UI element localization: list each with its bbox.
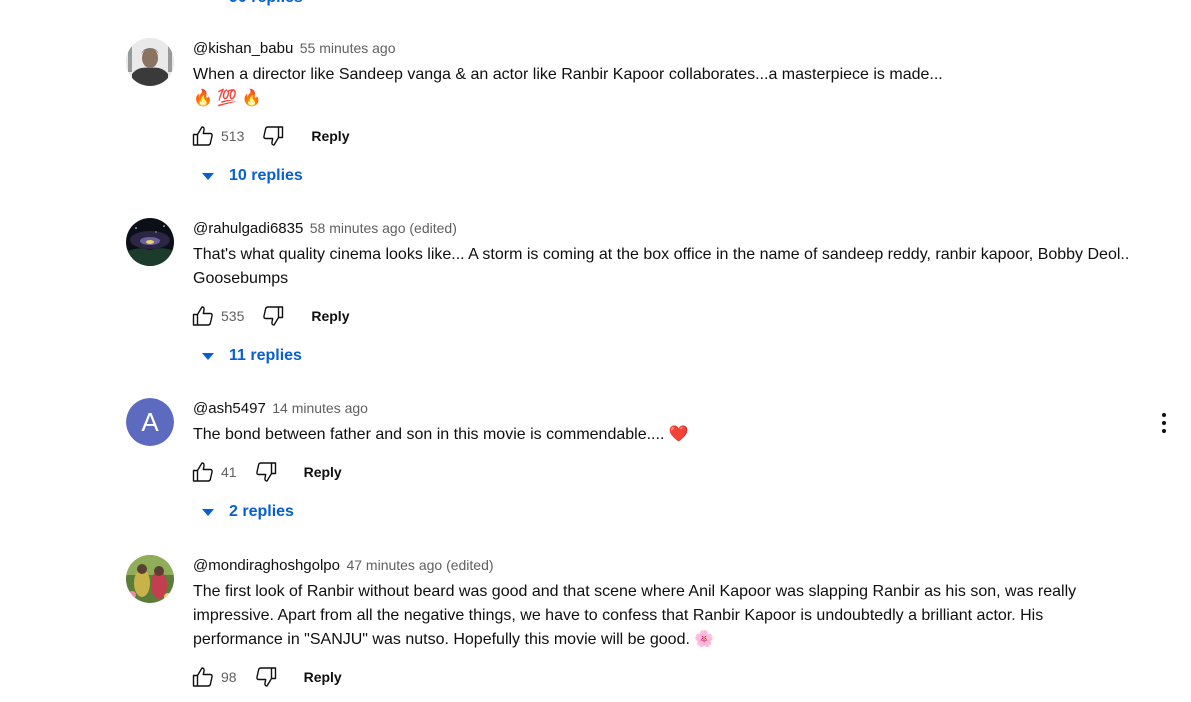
dislike-button[interactable] — [253, 459, 279, 485]
comment-actions: 41 Reply — [190, 452, 1133, 492]
thumbs-up-icon — [192, 667, 213, 687]
comment-text: When a director like Sandeep vanga & an … — [193, 63, 1133, 111]
avatar-photo-flowers-icon — [126, 555, 174, 603]
replies-toggle-partial[interactable]: 90 replies — [229, 0, 303, 8]
comment-header: @mondiraghoshgolpo 47 minutes ago (edite… — [193, 555, 1133, 575]
avatar[interactable] — [126, 555, 174, 603]
avatar[interactable] — [126, 38, 174, 86]
like-count: 41 — [221, 464, 237, 480]
comment-timestamp[interactable]: 14 minutes ago — [272, 400, 368, 416]
comment-text: The first look of Ranbir without beard w… — [193, 580, 1133, 652]
dislike-button[interactable] — [260, 123, 286, 149]
comment-actions: 535 Reply — [190, 296, 1133, 336]
comment-author[interactable]: @rahulgadi6835 — [193, 220, 303, 237]
reply-button[interactable]: Reply — [311, 122, 349, 150]
replies-toggle-label: 10 replies — [229, 167, 303, 184]
comments-page: 90 replies @kishan_babu 55 minutes ago W… — [0, 0, 1191, 702]
reply-button[interactable]: Reply — [311, 302, 349, 330]
replies-toggle[interactable]: 11 replies — [201, 336, 302, 376]
more-vert-icon-dot — [1162, 421, 1166, 425]
replies-toggle-label: 11 replies — [229, 347, 302, 364]
caret-down-icon — [202, 173, 214, 180]
replies-toggle[interactable]: 2 replies — [201, 492, 294, 532]
thumbs-up-icon — [192, 126, 213, 146]
comment-author[interactable]: @ash5497 — [193, 400, 266, 417]
comment-text-line: 🔥 💯 🔥 — [193, 90, 262, 107]
like-count: 513 — [221, 128, 245, 144]
avatar-photo-person-icon — [126, 38, 174, 86]
comment-text: The bond between father and son in this … — [193, 423, 1133, 447]
more-vert-icon-dot — [1162, 429, 1166, 433]
like-button[interactable] — [190, 303, 216, 329]
comment-timestamp[interactable]: 55 minutes ago — [300, 40, 396, 56]
comment-text: That's what quality cinema looks like...… — [193, 243, 1133, 291]
comment-timestamp[interactable]: 58 minutes ago (edited) — [310, 220, 457, 236]
caret-down-icon — [202, 509, 214, 516]
thumbs-up-icon — [192, 462, 213, 482]
avatar[interactable]: A — [126, 398, 174, 446]
dislike-button[interactable] — [260, 303, 286, 329]
avatar-letter: A — [126, 398, 174, 446]
thumbs-down-icon — [255, 462, 276, 482]
replies-toggle[interactable]: 10 replies — [201, 156, 303, 196]
avatar-photo-galaxy-icon — [126, 218, 174, 266]
comment-author[interactable]: @mondiraghoshgolpo — [193, 557, 340, 574]
comment-text-line: The bond between father and son in this … — [193, 426, 689, 443]
comment-header: @rahulgadi6835 58 minutes ago (edited) — [193, 218, 1133, 238]
comment-timestamp[interactable]: 47 minutes ago (edited) — [346, 557, 493, 573]
comment-text-line: When a director like Sandeep vanga & an … — [193, 66, 943, 83]
caret-down-icon — [202, 353, 214, 360]
more-vert-icon-dot — [1162, 413, 1166, 417]
like-button[interactable] — [190, 459, 216, 485]
comment-text-line: The first look of Ranbir without beard w… — [193, 583, 1077, 648]
comment-text-line: That's what quality cinema looks like...… — [193, 246, 1130, 287]
like-button[interactable] — [190, 123, 216, 149]
comment-actions: 513 Reply — [190, 116, 1133, 156]
comment-body: @kishan_babu 55 minutes ago When a direc… — [190, 38, 1133, 196]
avatar[interactable] — [126, 218, 174, 266]
thumbs-up-icon — [192, 306, 213, 326]
like-count: 535 — [221, 308, 245, 324]
thumbs-down-icon — [263, 126, 284, 146]
like-count: 98 — [221, 669, 237, 685]
comment-author[interactable]: @kishan_babu — [193, 40, 293, 57]
comment-body: @mondiraghoshgolpo 47 minutes ago (edite… — [190, 555, 1133, 697]
comment-header: @kishan_babu 55 minutes ago — [193, 38, 1133, 58]
dislike-button[interactable] — [253, 664, 279, 690]
replies-toggle-label: 2 replies — [229, 503, 294, 520]
comment-body: @ash5497 14 minutes ago The bond between… — [190, 398, 1133, 532]
reply-button[interactable]: Reply — [304, 663, 342, 691]
comment-actions: 98 Reply — [190, 657, 1133, 697]
more-actions-button[interactable] — [1154, 409, 1174, 437]
comment-body: @rahulgadi6835 58 minutes ago (edited) T… — [190, 218, 1133, 376]
reply-button[interactable]: Reply — [304, 458, 342, 486]
thumbs-down-icon — [255, 667, 276, 687]
like-button[interactable] — [190, 664, 216, 690]
comment-header: @ash5497 14 minutes ago — [193, 398, 1133, 418]
thumbs-down-icon — [263, 306, 284, 326]
